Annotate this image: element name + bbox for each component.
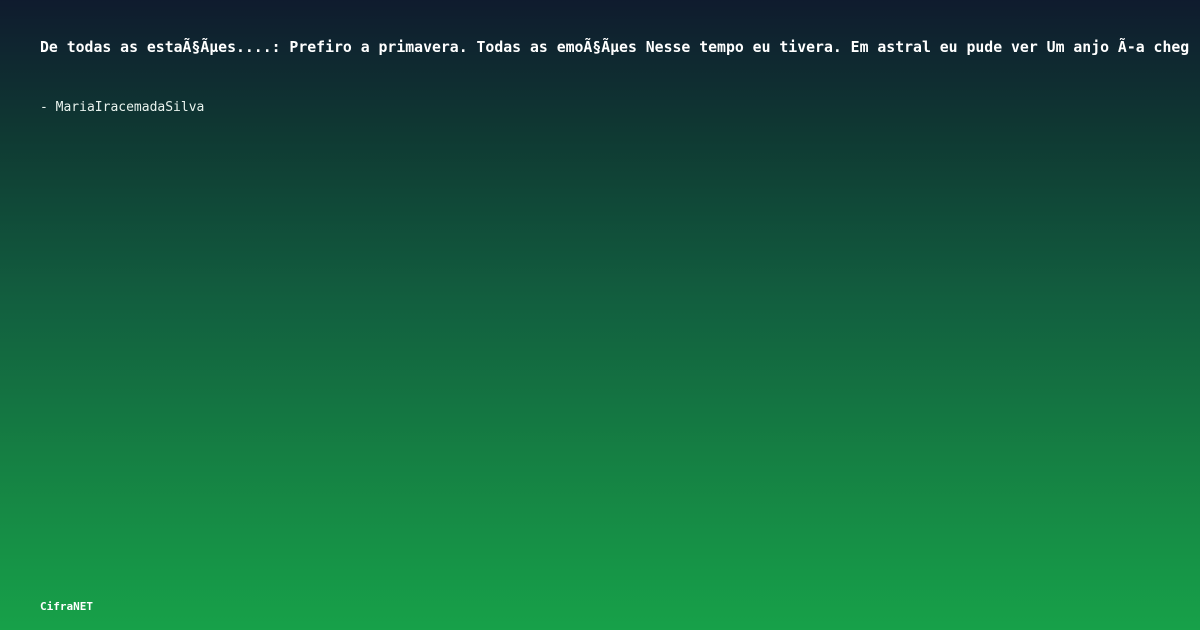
quote-card: De todas as estaÃ§Ãµes....: Prefiro a pr… bbox=[0, 0, 1200, 630]
quote-author: - MariaIracemadaSilva bbox=[40, 100, 205, 115]
brand-label: CifraNET bbox=[40, 600, 93, 613]
quote-text: De todas as estaÃ§Ãµes....: Prefiro a pr… bbox=[40, 39, 1190, 56]
